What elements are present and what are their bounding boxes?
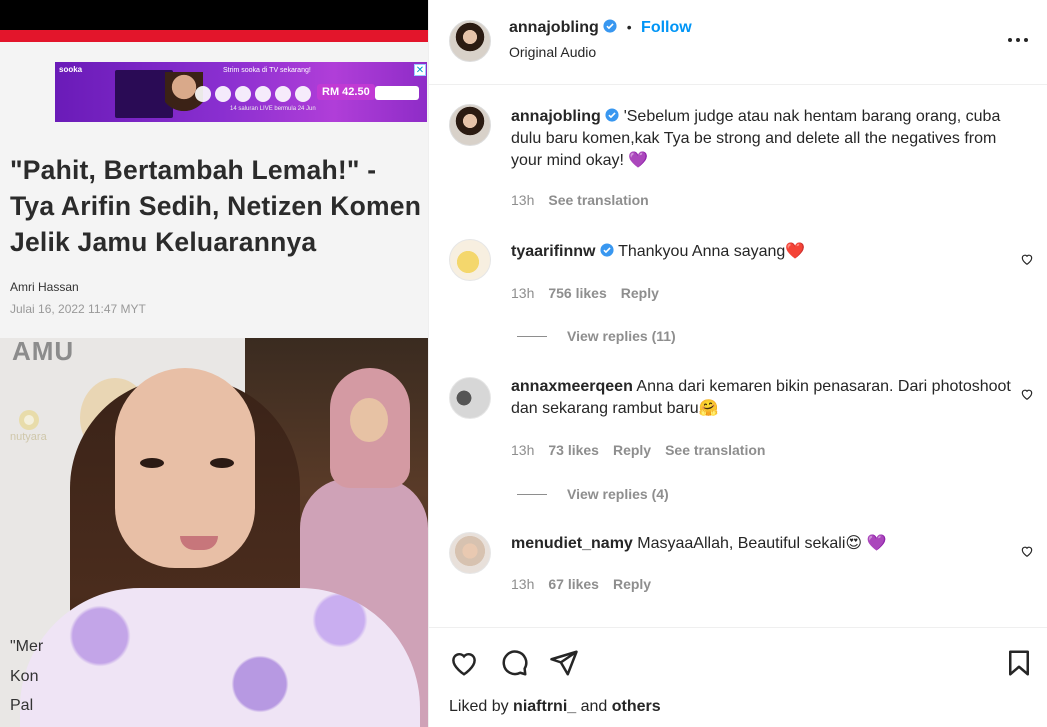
replies-divider: [517, 493, 547, 495]
article-date: Julai 16, 2022 11:47 MYT: [10, 302, 146, 316]
reply-button[interactable]: Reply: [613, 442, 651, 458]
audio-label[interactable]: Original Audio: [509, 44, 596, 60]
view-replies-label: View replies (11): [567, 328, 676, 344]
liked-by-line: Liked by niaftrni_ and others: [449, 698, 661, 716]
ad-headline: Strim sooka di TV sekarang!: [223, 67, 311, 74]
liked-by-others[interactable]: others: [612, 698, 661, 715]
comment-body: Thankyou Anna sayang❤️: [618, 243, 806, 260]
presenter-body: [20, 588, 420, 727]
ad-close-icon: ✕: [414, 64, 426, 76]
verified-badge-icon: [605, 108, 619, 122]
comment-body: MasyaaAllah, Beautiful sekali😍 💜: [637, 535, 887, 552]
view-replies-button[interactable]: View replies (11): [517, 328, 676, 344]
liked-by-prefix: Liked by: [449, 698, 509, 715]
like-comment-heart-icon[interactable]: [1020, 252, 1034, 266]
comment-username[interactable]: tyaarifinnw: [511, 243, 595, 260]
header-separator: •: [626, 19, 632, 35]
caption-time: 13h: [511, 192, 535, 208]
author-avatar[interactable]: [449, 20, 491, 62]
comment-meta: 13h 73 likes Reply See translation: [511, 442, 765, 458]
article-headline: "Pahit, Bertambah Lemah!" - Tya Arifin S…: [10, 155, 422, 257]
presenter-eye-right: [210, 458, 234, 468]
comment-avatar[interactable]: [449, 239, 491, 281]
comment-likes[interactable]: 756 likes: [548, 285, 606, 301]
view-replies-label: View replies (4): [567, 486, 669, 502]
reel-video[interactable]: sooka Strim sooka di TV sekarang! RM 42.…: [0, 0, 428, 727]
caption-username[interactable]: annajobling: [511, 108, 601, 125]
reply-button[interactable]: Reply: [613, 576, 651, 592]
comment-meta: 13h 67 likes Reply: [511, 576, 651, 592]
comment-bubble-icon[interactable]: [499, 648, 529, 678]
post-side-panel: annajobling • Follow Original Audio anna…: [428, 0, 1047, 727]
verified-badge-icon: [603, 19, 617, 33]
comment-text: tyaarifinnw Thankyou Anna sayang❤️: [511, 241, 1011, 263]
ad-price: RM 42.50: [317, 84, 375, 100]
ad-banner: sooka Strim sooka di TV sekarang! RM 42.…: [55, 62, 427, 122]
view-replies-button[interactable]: View replies (4): [517, 486, 669, 502]
comment-username[interactable]: menudiet_namy: [511, 535, 633, 552]
replies-divider: [517, 335, 547, 337]
comment-avatar[interactable]: [449, 377, 491, 419]
comment-avatar[interactable]: [449, 532, 491, 574]
comment-likes[interactable]: 73 likes: [548, 442, 599, 458]
like-comment-heart-icon[interactable]: [1020, 544, 1034, 558]
video-top-bar: [0, 0, 428, 30]
author-line: annajobling • Follow: [509, 19, 692, 37]
comment-time: 13h: [511, 285, 535, 301]
site-header-strip: [0, 30, 428, 42]
see-translation-link[interactable]: See translation: [665, 442, 765, 458]
comment-time: 13h: [511, 442, 535, 458]
comment-meta: 13h 756 likes Reply: [511, 285, 659, 301]
article-cut-line-1: "Mer: [10, 638, 44, 655]
caption-meta: 13h See translation: [511, 192, 649, 208]
liked-by-user[interactable]: niaftrni_: [513, 698, 576, 715]
article-cut-line-3: Pal: [10, 697, 34, 714]
article-author: Amri Hassan: [10, 280, 79, 294]
ad-cta: [375, 86, 419, 100]
like-comment-heart-icon[interactable]: [1020, 387, 1034, 401]
reply-button[interactable]: Reply: [621, 285, 659, 301]
see-translation-link[interactable]: See translation: [548, 192, 648, 208]
caption-avatar[interactable]: [449, 104, 491, 146]
author-username[interactable]: annajobling: [509, 19, 599, 36]
verified-badge-icon: [600, 243, 614, 257]
comment-time: 13h: [511, 576, 535, 592]
post-action-bar: Liked by niaftrni_ and others: [429, 627, 1047, 727]
ad-channel-icons: [195, 86, 311, 102]
comment-likes[interactable]: 67 likes: [548, 576, 599, 592]
liked-by-and: and: [580, 698, 608, 715]
follow-button[interactable]: Follow: [641, 19, 692, 36]
presenter-eye-left: [140, 458, 164, 468]
comment-username[interactable]: annaxmeerqeen: [511, 378, 633, 395]
comment-text: menudiet_namy MasyaaAllah, Beautiful sek…: [511, 533, 1011, 555]
ad-logo: sooka: [59, 65, 83, 74]
more-options-icon[interactable]: [1006, 30, 1030, 50]
save-bookmark-icon[interactable]: [1004, 648, 1034, 678]
caption-text: annajobling 'Sebelum judge atau nak hent…: [511, 106, 1011, 172]
ad-subtext: 14 saluran LIVE bermula 24 Jun: [230, 106, 316, 112]
share-send-icon[interactable]: [549, 648, 579, 678]
article-cut-line-2: Kon: [10, 668, 39, 685]
post-header: annajobling • Follow Original Audio: [429, 0, 1047, 85]
presenter: [0, 338, 428, 727]
comment-text: annaxmeerqeen Anna dari kemaren bikin pe…: [511, 376, 1011, 420]
like-heart-icon[interactable]: [449, 648, 479, 678]
